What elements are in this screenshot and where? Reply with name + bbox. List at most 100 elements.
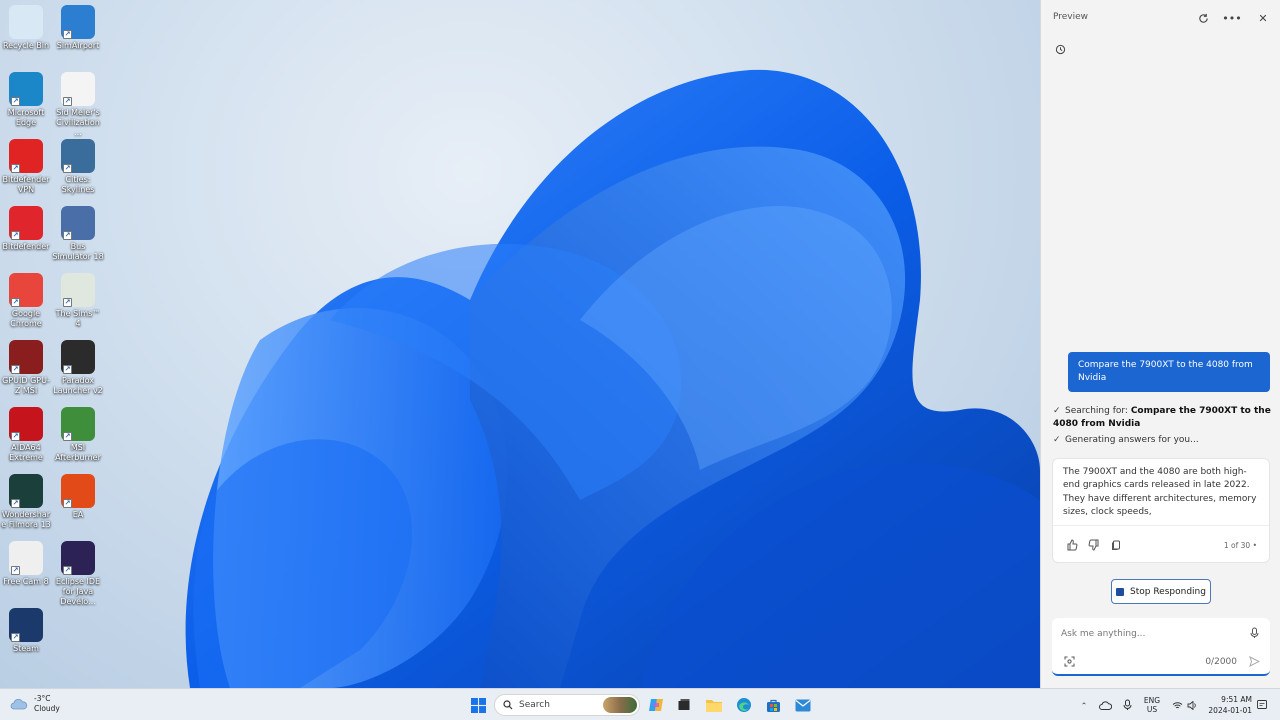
shortcut-arrow-icon: ↗ (63, 97, 72, 106)
desktop-icon-label: Paradox Launcher v2 (53, 376, 103, 395)
thumbs-down-icon (1088, 539, 1099, 551)
desktop-icon[interactable]: ↗ Bus Simulator 18 (52, 206, 104, 262)
desktop-icon-label: The Sims™ 4 (55, 309, 101, 328)
aida-icon: ↗ (9, 407, 43, 441)
mail-icon (795, 699, 811, 711)
onedrive-tray[interactable] (1097, 689, 1113, 720)
taskbar-mail[interactable] (792, 694, 814, 716)
image-input-button[interactable] (1061, 653, 1077, 669)
desktop-icon[interactable]: ↗ Sid Meier's Civilization ... (52, 72, 104, 138)
desktop-icon-label: Eclipse IDE for Java Develo... (55, 577, 101, 606)
weather-text: -3°C Cloudy (34, 694, 60, 714)
chat-input[interactable] (1061, 626, 1241, 642)
copy-button[interactable] (1107, 536, 1125, 554)
desktop-icon[interactable]: ↗ Paradox Launcher v2 (52, 340, 104, 396)
edge-icon (737, 698, 751, 712)
page-count: 1 of 30 • (1223, 541, 1257, 550)
thumbs-up-icon (1067, 539, 1078, 551)
desktop-icon-label: MSI Afterburner (55, 443, 101, 462)
desktop-icon[interactable]: ↗ Bitdefender VPN (0, 139, 52, 195)
desktop-icon[interactable]: ↗ MSI Afterburner (52, 407, 104, 463)
stop-responding-button[interactable]: Stop Responding (1111, 579, 1211, 604)
edge-icon: ↗ (9, 72, 43, 106)
network-volume-tray[interactable] (1170, 689, 1200, 720)
ea-icon: ↗ (61, 474, 95, 508)
shortcut-arrow-icon: ↗ (63, 566, 72, 575)
taskbar-search[interactable]: Search (494, 694, 640, 716)
stop-label: Stop Responding (1130, 586, 1206, 597)
chevron-up-icon: ⌃ (1080, 700, 1088, 710)
shortcut-arrow-icon: ↗ (63, 365, 72, 374)
divider (1053, 525, 1269, 526)
copilot-panel: Preview ••• ✕ Compare the 7900XT to the … (1040, 0, 1280, 688)
send-button[interactable] (1246, 653, 1262, 669)
copilot-icon (649, 699, 663, 711)
shortcut-arrow-icon: ↗ (63, 499, 72, 508)
language-indicator[interactable]: ENG US (1140, 689, 1164, 720)
microphone-button[interactable] (1246, 625, 1262, 641)
desktop-icon-label: SimAirport (56, 41, 100, 50)
show-hidden-icons-button[interactable]: ⌃ (1077, 689, 1091, 720)
notifications-button[interactable] (1255, 689, 1269, 720)
city-icon: ↗ (61, 139, 95, 173)
refresh-button[interactable] (1193, 8, 1213, 28)
desktop-icon[interactable]: ↗ Google Chrome (0, 273, 52, 329)
like-button[interactable] (1063, 536, 1081, 554)
taskbar-edge[interactable] (733, 694, 755, 716)
desktop-icon[interactable]: ↗ Microsoft Edge (0, 72, 52, 128)
desktop-icon-label: AIDA64 Extreme (9, 443, 43, 462)
desktop-icon-label: Steam (13, 644, 39, 653)
cloud-icon (10, 698, 28, 710)
plane-icon: ↗ (61, 5, 95, 39)
shortcut-arrow-icon: ↗ (11, 231, 20, 240)
desktop-icon[interactable]: ↗ EA (52, 474, 104, 520)
weather-widget[interactable]: -3°C Cloudy (10, 694, 60, 714)
bitdefender-icon: ↗ (9, 206, 43, 240)
shortcut-arrow-icon: ↗ (11, 365, 20, 374)
chat-input-box: 0/2000 (1052, 618, 1270, 676)
taskbar-store[interactable] (762, 694, 784, 716)
shortcut-arrow-icon: ↗ (63, 30, 72, 39)
shortcut-arrow-icon: ↗ (63, 164, 72, 173)
document-icon: ↗ (61, 72, 95, 106)
copy-icon (1112, 540, 1120, 550)
taskbar-clock[interactable]: 9:51 AM 2024-01-01 (1208, 694, 1252, 716)
taskbar-file-explorer[interactable] (703, 694, 725, 716)
desktop-icon-label: Bitdefender (2, 242, 50, 251)
desktop-icon[interactable]: ↗ Bitdefender (0, 206, 52, 252)
afterburner-icon: ↗ (61, 407, 95, 441)
desktop-icon[interactable]: ↗ The Sims™ 4 (52, 273, 104, 329)
desktop-icon[interactable]: ↗ Eclipse IDE for Java Develo... (52, 541, 104, 607)
searching-prefix: Searching for: (1065, 406, 1131, 416)
ellipsis-icon: ••• (1222, 11, 1242, 25)
desktop-icon-label: Cities: Skylines (61, 175, 95, 194)
taskbar-copilot[interactable] (645, 694, 667, 716)
microphone-icon (1123, 699, 1131, 710)
shortcut-arrow-icon: ↗ (63, 432, 72, 441)
panel-title: Preview (1053, 12, 1089, 22)
desktop-icon[interactable]: ↗ GPUID GPU-Z MSI (0, 340, 52, 396)
desktop-icon[interactable]: ↗ Wondershare Filmora 13 (0, 474, 52, 530)
gpu-icon: ↗ (9, 340, 43, 374)
mic-tray[interactable] (1120, 689, 1134, 720)
onedrive-icon (1098, 700, 1112, 710)
start-button[interactable] (467, 694, 489, 716)
close-button[interactable]: ✕ (1253, 8, 1273, 28)
desktop-icon[interactable]: ↗ SimAirport (52, 5, 104, 51)
desktop-icon[interactable]: Recycle Bin (0, 5, 52, 51)
clock-time: 9:51 AM (1221, 695, 1252, 704)
desktop-icon[interactable]: ↗ Free Cam 8 (0, 541, 52, 587)
desktop-icon[interactable]: ↗ AIDA64 Extreme (0, 407, 52, 463)
wallpaper-bloom (185, 69, 1040, 688)
desktop-icon[interactable]: ↗ Cities: Skylines (52, 139, 104, 195)
windows-icon (470, 697, 486, 713)
desktop-icon[interactable]: ↗ Steam (0, 608, 52, 654)
shortcut-arrow-icon: ↗ (63, 298, 72, 307)
dislike-button[interactable] (1085, 536, 1103, 554)
more-options-button[interactable]: ••• (1222, 8, 1242, 28)
history-button[interactable] (1051, 40, 1069, 58)
taskbar-task-view[interactable] (673, 694, 695, 716)
notification-icon (1257, 700, 1267, 709)
scan-icon (1064, 656, 1074, 666)
desktop-icon-label: Google Chrome (10, 309, 42, 328)
